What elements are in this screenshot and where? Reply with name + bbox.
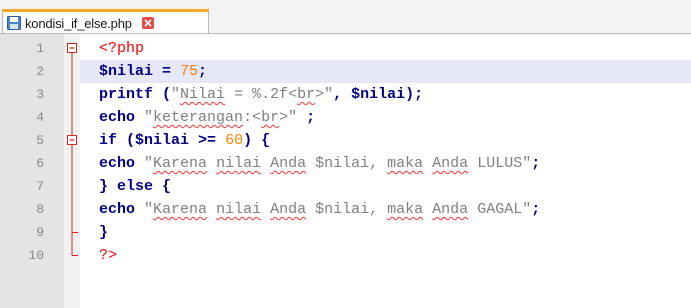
fold-end	[71, 244, 78, 256]
tab-kondisi-if-else[interactable]: kondisi_if_else.php	[2, 9, 209, 34]
line-number: 8	[36, 202, 44, 217]
line-number: 9	[36, 225, 44, 240]
code-text: <?php	[99, 40, 145, 57]
line-number: 5	[36, 133, 44, 148]
code-line[interactable]: 5 if ($nilai >= 60) {	[0, 129, 691, 152]
line-number: 1	[36, 41, 44, 56]
line-number: 3	[36, 87, 44, 102]
code-line[interactable]: 10 ?>	[0, 244, 691, 267]
tab-filename: kondisi_if_else.php	[25, 15, 132, 31]
code-text: } else {	[99, 178, 172, 195]
code-line[interactable]: 3 printf ("Nilai = %.2f<br>", $nilai);	[0, 83, 691, 106]
fold-toggle-minus-icon[interactable]	[64, 37, 80, 60]
line-number: 7	[36, 179, 44, 194]
line-number: 10	[28, 248, 44, 263]
line-number: 6	[36, 156, 44, 171]
fold-line	[71, 83, 73, 106]
tab-bar: kondisi_if_else.php	[0, 0, 691, 34]
code-line[interactable]: 4 echo "keterangan:<br>" ;	[0, 106, 691, 129]
code-text: printf ("Nilai = %.2f<br>", $nilai);	[99, 86, 424, 103]
code-line[interactable]: 9 }	[0, 221, 691, 244]
code-text: ?>	[99, 247, 118, 264]
code-editor[interactable]: 1 <?php 2 $nilai = 75; 3 printf ("Nilai …	[0, 34, 691, 308]
fold-line	[71, 198, 73, 221]
code-text: if ($nilai >= 60) {	[99, 132, 271, 149]
line-number: 2	[36, 64, 44, 79]
code-line[interactable]: 7 } else {	[0, 175, 691, 198]
code-text: $nilai = 75;	[99, 63, 208, 80]
fold-branch-end	[71, 221, 78, 244]
code-text: echo "Karena nilai Anda $nilai, maka And…	[99, 155, 541, 172]
code-line-current[interactable]: 2 $nilai = 75;	[0, 60, 691, 83]
fold-toggle-minus-icon[interactable]	[64, 129, 80, 152]
code-line[interactable]: 8 echo "Karena nilai Anda $nilai, maka A…	[0, 198, 691, 221]
code-text: echo "Karena nilai Anda $nilai, maka And…	[99, 201, 541, 218]
code-line[interactable]: 6 echo "Karena nilai Anda $nilai, maka A…	[0, 152, 691, 175]
fold-line	[71, 175, 73, 198]
code-text: }	[99, 224, 109, 241]
fold-line	[71, 60, 73, 83]
editor-window: kondisi_if_else.php 1 <?php 2 $nilai = 7…	[0, 0, 691, 308]
save-disk-icon	[7, 16, 21, 30]
fold-line	[71, 106, 73, 129]
code-text: echo "keterangan:<br>" ;	[99, 109, 316, 126]
fold-line	[71, 152, 73, 175]
line-number: 4	[36, 110, 44, 125]
code-line[interactable]: 1 <?php	[0, 37, 691, 60]
close-x-icon[interactable]	[141, 17, 154, 29]
